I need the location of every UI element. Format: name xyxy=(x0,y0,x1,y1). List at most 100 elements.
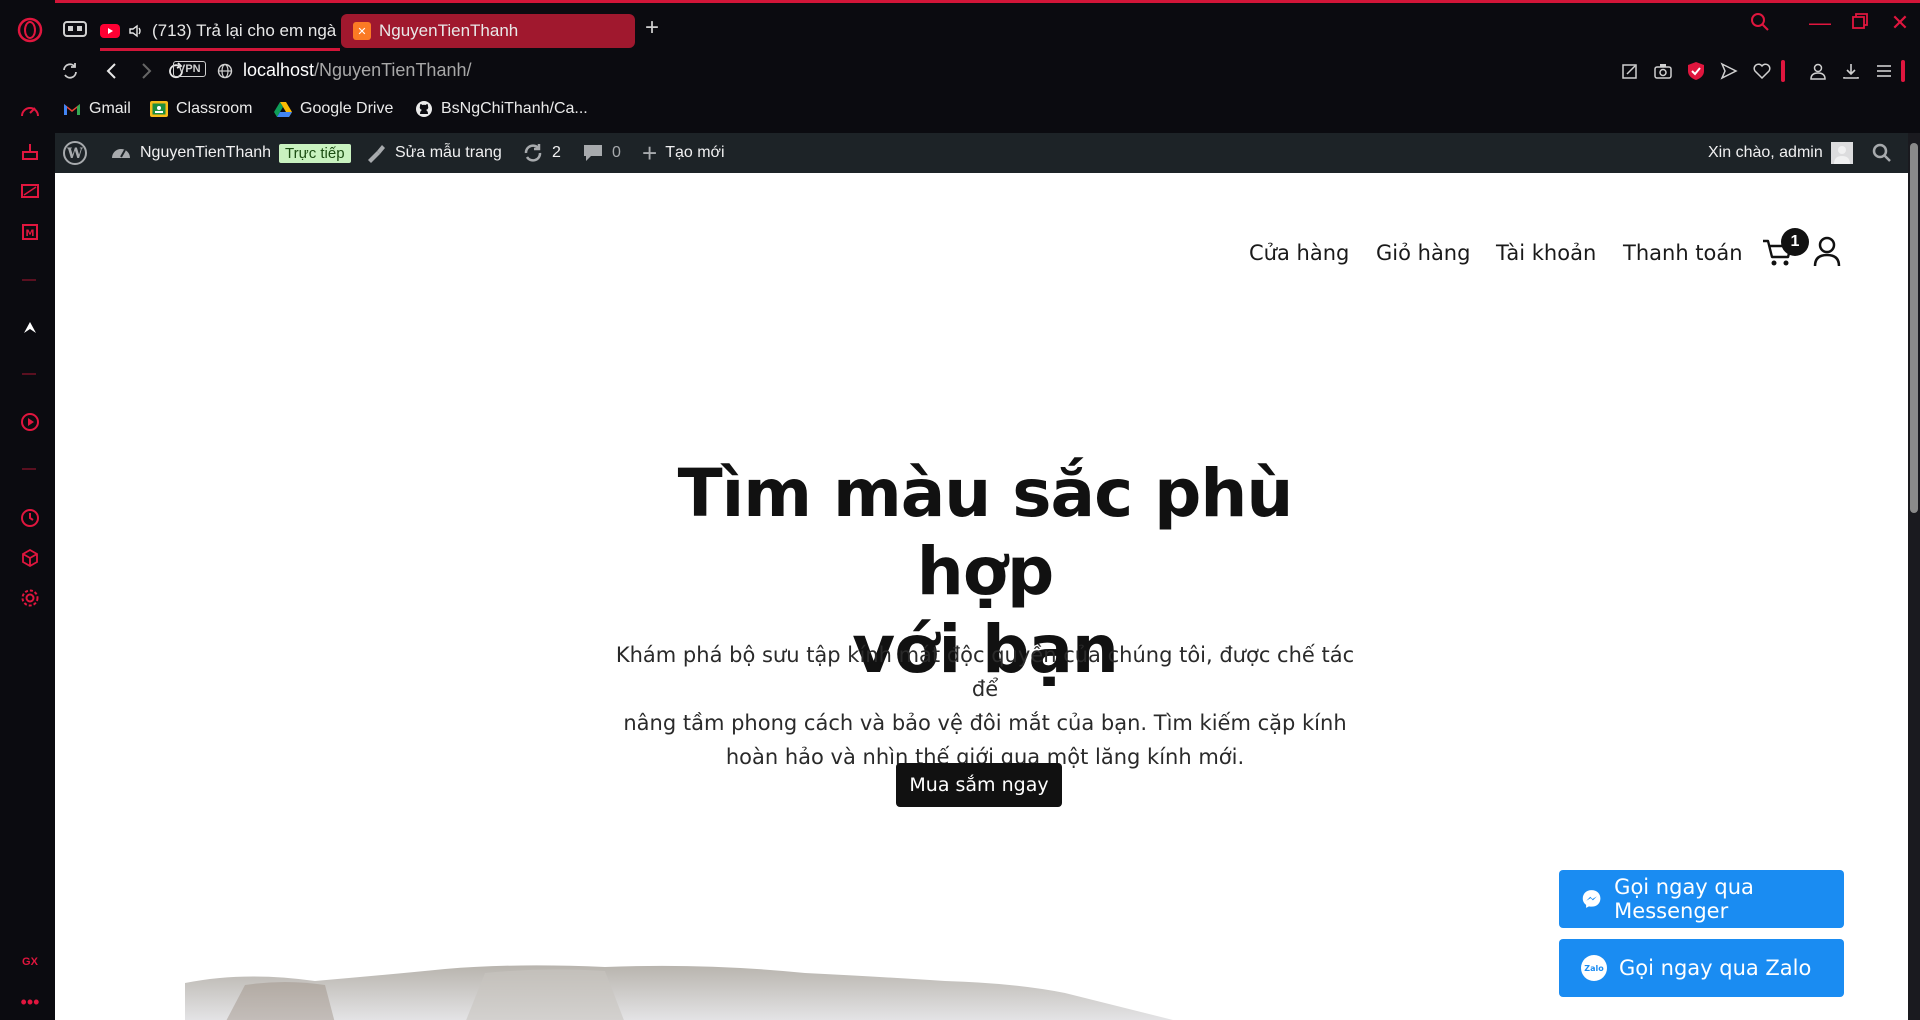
brush-icon xyxy=(368,145,385,163)
wp-edit-template-label: Sửa mẫu trang xyxy=(395,144,502,161)
wp-new-label: Tạo mới xyxy=(665,144,725,161)
wp-comments[interactable]: 0 xyxy=(582,133,621,173)
gx-corner-label[interactable]: GX xyxy=(16,948,44,976)
favorites-heart-icon[interactable] xyxy=(1749,58,1775,84)
tab-nguyentienthanh[interactable]: ✕ NguyenTienThanh xyxy=(341,14,635,48)
close-window-button[interactable]: ✕ xyxy=(1885,10,1915,36)
hero-text-line: Khám phá bộ sưu tập kính mát độc quyền c… xyxy=(615,643,1355,701)
send-icon[interactable] xyxy=(1716,58,1742,84)
wp-comments-count: 0 xyxy=(612,144,621,161)
live-badge: Trực tiếp xyxy=(279,143,351,163)
browser-sidebar: M GX ••• xyxy=(0,0,55,1020)
scrollbar-thumb[interactable] xyxy=(1910,143,1918,513)
url-host: localhost xyxy=(243,60,315,80)
extensions-cube-icon[interactable] xyxy=(16,544,44,572)
player-icon[interactable] xyxy=(16,408,44,436)
sidebar-separator xyxy=(22,373,36,375)
history-icon[interactable] xyxy=(16,504,44,532)
forward-button[interactable] xyxy=(133,56,159,86)
nav-shop[interactable]: Cửa hàng xyxy=(1249,241,1349,265)
profile-icon[interactable] xyxy=(1805,58,1831,84)
bookmark-github[interactable]: BsNgChiThanh/Ca... xyxy=(415,100,588,118)
bookmark-label: Google Drive xyxy=(300,100,394,117)
wp-site-name-label: NguyenTienThanh xyxy=(140,144,272,161)
sidebar-separator xyxy=(22,279,36,281)
minimize-button[interactable]: — xyxy=(1805,10,1835,36)
zalo-call-button[interactable]: Zalo Gọi ngay qua Zalo xyxy=(1559,939,1844,997)
wp-new-content[interactable]: + Tạo mới xyxy=(642,133,725,173)
sync-icon[interactable] xyxy=(57,56,83,86)
plus-icon: + xyxy=(642,138,658,168)
bookmark-classroom[interactable]: Classroom xyxy=(150,100,252,118)
github-icon xyxy=(416,101,432,117)
bookmark-google-drive[interactable]: Google Drive xyxy=(274,100,393,118)
bookmarks-bar: Gmail Classroom Google Drive BsNgChiThan… xyxy=(55,96,1920,128)
url-path: /NguyenTienThanh/ xyxy=(314,60,472,80)
settings-gear-icon[interactable] xyxy=(16,584,44,612)
xampp-icon: ✕ xyxy=(353,22,371,40)
tab-youtube[interactable]: (713) Trả lại cho em ngà xyxy=(100,14,340,51)
account-user-icon[interactable] xyxy=(1812,235,1842,267)
svg-text:M: M xyxy=(26,229,35,239)
hero-image xyxy=(185,963,1185,1020)
twitch-icon[interactable] xyxy=(16,178,44,206)
workspaces-icon[interactable] xyxy=(63,20,91,40)
messenger-call-button[interactable]: Gọi ngay qua Messenger xyxy=(1559,870,1844,928)
cart-count-badge: 1 xyxy=(1781,228,1809,256)
bookmark-label: Classroom xyxy=(176,100,253,117)
easy-setup-icon[interactable] xyxy=(1617,58,1643,84)
sidebar-more-icon[interactable]: ••• xyxy=(16,988,44,1016)
gx-cleaner-icon[interactable] xyxy=(16,138,44,166)
nav-account[interactable]: Tài khoản xyxy=(1496,241,1596,265)
gmail-icon xyxy=(64,104,80,115)
wp-updates-count: 2 xyxy=(552,144,561,161)
wp-account-greeting[interactable]: Xin chào, admin xyxy=(1708,133,1853,173)
wp-search-icon[interactable] xyxy=(1872,133,1892,173)
ad-blocker-shield-icon[interactable] xyxy=(1683,58,1709,84)
page-scrollbar[interactable] xyxy=(1908,133,1920,1020)
speaker-icon[interactable] xyxy=(128,23,144,39)
nav-checkout[interactable]: Thanh toán xyxy=(1623,241,1743,265)
wordpress-logo-icon[interactable]: W xyxy=(63,133,87,173)
shop-now-button[interactable]: Mua sắm ngay xyxy=(896,763,1062,807)
opera-gx-logo-icon[interactable] xyxy=(16,16,44,44)
messenger-label: Gọi ngay qua Messenger xyxy=(1614,875,1754,923)
avatar xyxy=(1830,142,1853,164)
back-button[interactable] xyxy=(99,56,125,86)
bookmark-label: BsNgChiThanh/Ca... xyxy=(441,100,588,117)
wp-updates[interactable]: 2 xyxy=(522,133,561,173)
toolbar-accent-bar xyxy=(1901,60,1905,82)
tab-bar: (713) Trả lại cho em ngà ✕ NguyenTienTha… xyxy=(55,0,1920,58)
gx-control-icon[interactable] xyxy=(16,98,44,126)
downloads-icon[interactable] xyxy=(1838,58,1864,84)
easy-setup-menu-icon[interactable] xyxy=(1871,58,1897,84)
zalo-label: Gọi ngay qua Zalo xyxy=(1619,956,1812,980)
updates-icon xyxy=(524,144,542,162)
address-bar-row: VPN localhost/NguyenTienThanh/ xyxy=(55,56,1920,86)
aria-icon[interactable] xyxy=(16,314,44,342)
classroom-icon xyxy=(150,101,168,117)
bookmark-gmail[interactable]: Gmail xyxy=(63,100,131,118)
search-tabs-icon[interactable] xyxy=(1745,12,1775,38)
zalo-icon: Zalo xyxy=(1581,955,1607,981)
site-info-globe-icon[interactable] xyxy=(212,56,238,86)
vpn-badge[interactable]: VPN xyxy=(173,61,206,77)
new-tab-button[interactable]: + xyxy=(639,16,665,42)
svg-text:W: W xyxy=(66,146,83,162)
address-input[interactable]: localhost/NguyenTienThanh/ xyxy=(243,60,471,81)
snapshot-camera-icon[interactable] xyxy=(1650,58,1676,84)
messenger-icon xyxy=(1582,890,1601,908)
wp-edit-template[interactable]: Sửa mẫu trang xyxy=(365,133,502,173)
tab-title: (713) Trả lại cho em ngà xyxy=(152,21,337,40)
svg-text:✕: ✕ xyxy=(357,25,366,38)
comment-icon xyxy=(584,145,602,161)
tab-title: NguyenTienThanh xyxy=(379,21,519,40)
wp-greeting-label: Xin chào, admin xyxy=(1708,144,1823,161)
sidebar-separator xyxy=(22,468,36,470)
restore-button[interactable] xyxy=(1845,10,1875,36)
wp-admin-bar: W NguyenTienThanh Trực tiếp Sửa mẫu tran… xyxy=(55,133,1908,173)
wp-site-name[interactable]: NguyenTienThanh Trực tiếp xyxy=(110,133,351,173)
google-drive-icon xyxy=(274,102,292,117)
nav-cart[interactable]: Giỏ hàng xyxy=(1376,241,1470,265)
gx-mods-icon[interactable]: M xyxy=(16,218,44,246)
